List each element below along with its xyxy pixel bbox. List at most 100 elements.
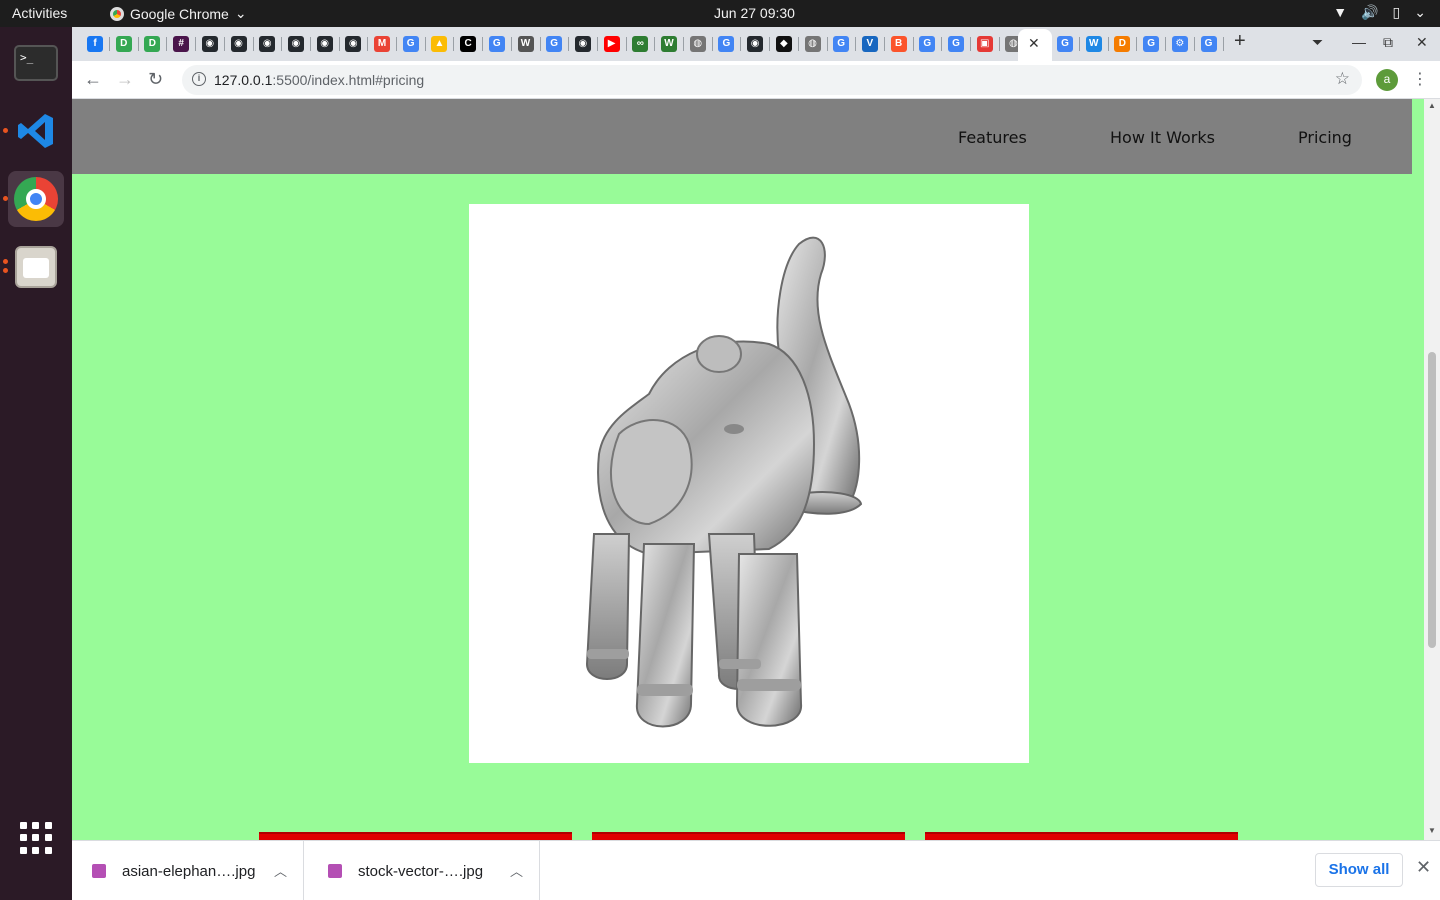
terminal-icon: >_ xyxy=(14,45,58,81)
app-menu[interactable]: Google Chrome ⌄ xyxy=(110,5,247,22)
google-icon[interactable]: G xyxy=(718,36,735,52)
youtube-icon[interactable]: ▶ xyxy=(603,36,620,52)
doc-icon[interactable]: D xyxy=(144,36,161,52)
download-filename: asian-elephan….jpg xyxy=(122,862,256,880)
google-icon[interactable]: G xyxy=(488,36,505,52)
show-all-downloads-button[interactable]: Show all xyxy=(1315,853,1403,887)
image-file-icon xyxy=(92,864,106,878)
vuetify-icon[interactable]: V xyxy=(861,36,878,52)
w-icon[interactable]: W xyxy=(1085,36,1102,52)
gmail-icon[interactable]: M xyxy=(374,36,390,52)
address-bar[interactable]: i 127.0.0.1:5500/index.html#pricing ☆ xyxy=(182,65,1362,95)
google-icon[interactable]: G xyxy=(546,36,563,52)
globe-icon[interactable]: ◍ xyxy=(689,36,706,52)
close-shelf-icon[interactable]: ✕ xyxy=(1416,857,1431,878)
menu-dots-icon[interactable]: ⋮ xyxy=(1412,69,1428,89)
tab-separator xyxy=(596,37,598,51)
github-icon[interactable]: ◉ xyxy=(201,36,218,52)
dock-terminal[interactable]: >_ xyxy=(8,35,64,91)
chevron-up-icon[interactable]: ︿ xyxy=(510,861,523,880)
scrollbar-thumb[interactable] xyxy=(1428,352,1436,648)
tab-separator xyxy=(453,37,455,51)
site-navbar: Features How It Works Pricing xyxy=(72,99,1412,174)
brave-icon[interactable]: B xyxy=(890,36,907,52)
chevron-up-icon[interactable]: ︿ xyxy=(274,861,287,880)
slack-icon[interactable]: # xyxy=(173,36,190,52)
chevron-down-icon: ⌄ xyxy=(1414,4,1426,20)
back-icon[interactable]: ← xyxy=(84,69,102,90)
red-app-icon[interactable]: ▣ xyxy=(976,36,993,52)
minimize-icon[interactable]: — xyxy=(1352,34,1366,50)
profile-avatar[interactable]: a xyxy=(1376,69,1398,91)
facebook-icon[interactable]: f xyxy=(87,36,103,52)
google-icon[interactable]: G xyxy=(919,36,936,52)
tab-separator xyxy=(683,37,684,51)
github-icon[interactable]: ◉ xyxy=(230,36,247,52)
google-icon[interactable]: G xyxy=(1057,36,1073,52)
github-icon[interactable]: ◉ xyxy=(574,36,591,52)
github-icon[interactable]: ◉ xyxy=(287,36,304,52)
js-icon[interactable]: ⚙ xyxy=(1171,36,1188,52)
download-filename: stock-vector-….jpg xyxy=(358,862,484,880)
wikipedia-icon[interactable]: W xyxy=(517,36,534,52)
google-icon[interactable]: G xyxy=(1200,36,1217,52)
download-item[interactable]: asian-elephan….jpg ︿ xyxy=(72,841,304,900)
vscode-icon xyxy=(18,114,53,148)
globe-icon[interactable]: ◍ xyxy=(804,36,821,52)
page-scrollbar[interactable]: ▲ ▼ xyxy=(1424,99,1440,840)
dock-vscode[interactable] xyxy=(8,103,64,159)
github-icon[interactable]: ◉ xyxy=(747,36,764,52)
tab-separator xyxy=(424,37,426,51)
tab-separator xyxy=(1136,37,1138,51)
browser-toolbar: ← → ↻ i 127.0.0.1:5500/index.html#pricin… xyxy=(72,61,1440,99)
activities-button[interactable]: Activities xyxy=(12,5,67,21)
close-window-icon[interactable]: ✕ xyxy=(1416,34,1428,51)
silver-elephant-statue-image xyxy=(469,204,1029,763)
tab-separator xyxy=(195,37,197,51)
reload-icon[interactable]: ↻ xyxy=(148,69,163,90)
tab-separator xyxy=(654,37,656,51)
volume-icon: 🔊 xyxy=(1361,4,1379,20)
url-text[interactable]: 127.0.0.1:5500/index.html#pricing xyxy=(214,72,424,88)
system-tray[interactable]: ▼ 🔊 ▯ ⌄ xyxy=(1333,4,1426,21)
pricing-card xyxy=(592,832,905,840)
nav-link-features[interactable]: Features xyxy=(958,128,1027,147)
tab-search-icon[interactable]: ⏷ xyxy=(1312,34,1323,51)
link-icon[interactable]: ∞ xyxy=(632,36,649,52)
apps-grid-icon[interactable] xyxy=(20,822,52,854)
forward-icon[interactable]: → xyxy=(116,69,134,90)
scroll-up-icon[interactable]: ▲ xyxy=(1428,101,1436,110)
site-info-icon[interactable]: i xyxy=(192,72,206,86)
tab-separator xyxy=(338,37,340,51)
tab-separator xyxy=(740,37,742,51)
nav-link-how-it-works[interactable]: How It Works xyxy=(1110,128,1215,147)
close-tab-icon[interactable]: ✕ xyxy=(1028,35,1040,52)
doc-icon[interactable]: D xyxy=(115,36,132,52)
tab-separator xyxy=(281,37,283,51)
github-icon[interactable]: ◉ xyxy=(259,36,276,52)
w-icon[interactable]: W xyxy=(661,36,677,52)
restore-icon[interactable]: ⧉ xyxy=(1383,34,1393,51)
google-icon[interactable]: G xyxy=(1143,36,1160,52)
nav-link-pricing[interactable]: Pricing xyxy=(1298,128,1352,147)
google-icon[interactable]: G xyxy=(402,36,419,52)
new-tab-button[interactable]: + xyxy=(1234,30,1246,53)
bookmark-star-icon[interactable]: ☆ xyxy=(1335,69,1350,89)
wifi-icon: ▼ xyxy=(1333,4,1348,20)
scroll-down-icon[interactable]: ▼ xyxy=(1428,826,1436,835)
google-icon[interactable]: G xyxy=(833,36,850,52)
codepen-icon[interactable]: C xyxy=(460,36,477,52)
drive-icon[interactable]: ▲ xyxy=(431,36,448,52)
tab-separator xyxy=(166,37,168,51)
tab-separator xyxy=(1079,37,1080,51)
google-icon[interactable]: G xyxy=(948,36,964,52)
clock[interactable]: Jun 27 09:30 xyxy=(714,5,795,21)
dock-chrome[interactable] xyxy=(8,171,64,227)
active-tab[interactable]: ✕ xyxy=(1018,29,1052,61)
dock-files[interactable] xyxy=(8,239,64,295)
github-icon[interactable]: ◉ xyxy=(316,36,333,52)
download-item[interactable]: stock-vector-….jpg ︿ xyxy=(308,841,540,900)
codesandbox-icon[interactable]: ◆ xyxy=(775,36,792,52)
d-icon[interactable]: D xyxy=(1114,36,1131,52)
github-icon[interactable]: ◉ xyxy=(345,36,362,52)
